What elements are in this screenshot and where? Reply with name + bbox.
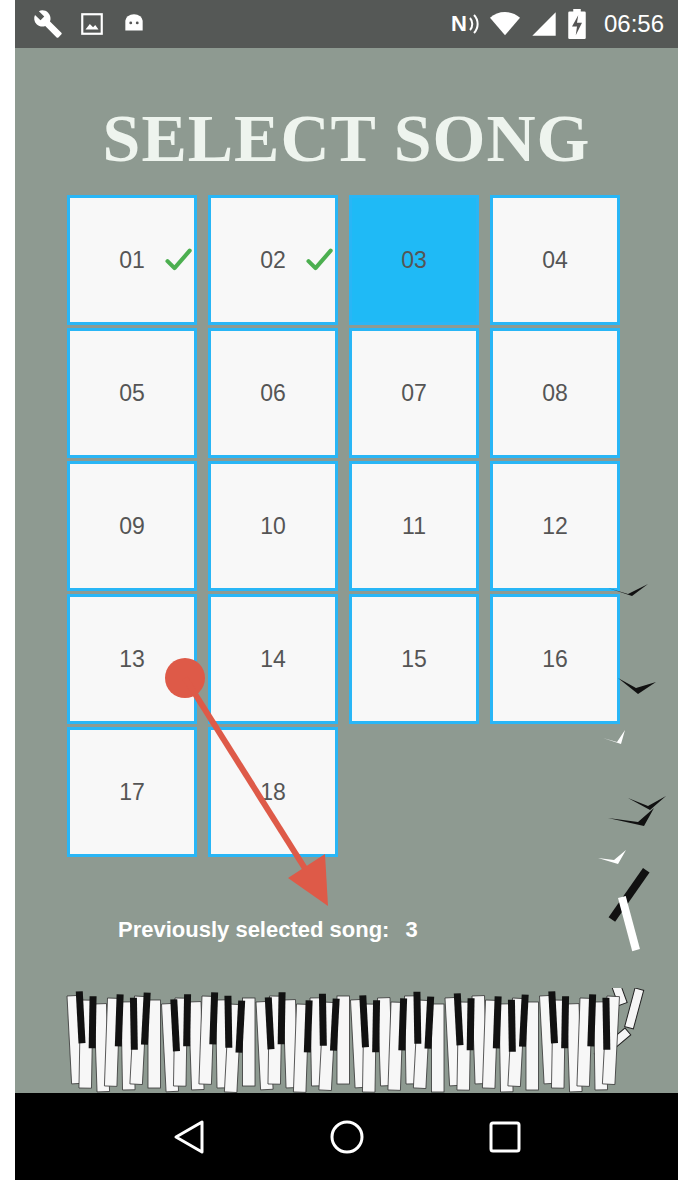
check-icon bbox=[164, 246, 192, 274]
song-tile[interactable]: 18 bbox=[208, 727, 338, 857]
song-tile[interactable]: 06 bbox=[208, 328, 338, 458]
navigation-bar bbox=[15, 1093, 678, 1180]
battery-charging-icon bbox=[568, 9, 586, 39]
song-number: 18 bbox=[260, 779, 286, 806]
home-icon[interactable] bbox=[329, 1119, 365, 1155]
birds-picture bbox=[588, 568, 678, 988]
song-number: 05 bbox=[119, 380, 145, 407]
song-tile[interactable]: 01 bbox=[67, 195, 197, 325]
song-number: 17 bbox=[119, 779, 145, 806]
song-tile[interactable]: 02 bbox=[208, 195, 338, 325]
previous-song-label: Previously selected song: bbox=[118, 917, 389, 943]
song-number: 13 bbox=[119, 646, 145, 673]
back-icon[interactable] bbox=[172, 1119, 206, 1155]
song-number: 12 bbox=[542, 513, 568, 540]
song-tile[interactable]: 08 bbox=[490, 328, 620, 458]
song-tile[interactable]: 15 bbox=[349, 594, 479, 724]
song-tile[interactable]: 04 bbox=[490, 195, 620, 325]
song-number: 03 bbox=[401, 247, 427, 274]
nfc-indicator: N bbox=[451, 11, 480, 37]
nfc-waves-icon bbox=[468, 13, 480, 35]
status-bar: N 06:56 bbox=[15, 0, 678, 48]
song-number: 08 bbox=[542, 380, 568, 407]
song-number: 01 bbox=[119, 247, 145, 274]
wifi-icon bbox=[490, 11, 520, 37]
piano-keys-picture bbox=[15, 988, 678, 1093]
signal-icon bbox=[530, 10, 558, 38]
annotation-arrow bbox=[163, 656, 363, 916]
song-select-screen: SELECT SONG 01 02 03 04 05 06 07 08 09 1… bbox=[15, 48, 678, 1093]
song-number: 14 bbox=[260, 646, 286, 673]
song-tile[interactable]: 17 bbox=[67, 727, 197, 857]
recents-icon[interactable] bbox=[489, 1121, 521, 1153]
song-tile[interactable]: 12 bbox=[490, 461, 620, 591]
song-number: 06 bbox=[260, 380, 286, 407]
check-icon bbox=[305, 246, 333, 274]
song-tile[interactable]: 05 bbox=[67, 328, 197, 458]
previous-song-value: 3 bbox=[405, 917, 417, 943]
song-number: 10 bbox=[260, 513, 286, 540]
song-tile[interactable]: 10 bbox=[208, 461, 338, 591]
phone-screen: N 06:56 SELECT SONG 01 02 03 04 05 06 07… bbox=[15, 0, 678, 1180]
song-number: 02 bbox=[260, 247, 286, 274]
song-number: 15 bbox=[401, 646, 427, 673]
song-grid: 01 02 03 04 05 06 07 08 09 10 11 12 13 1… bbox=[67, 195, 620, 857]
song-tile[interactable]: 16 bbox=[490, 594, 620, 724]
song-number: 16 bbox=[542, 646, 568, 673]
image-icon bbox=[79, 11, 105, 37]
song-tile[interactable]: 14 bbox=[208, 594, 338, 724]
song-number: 07 bbox=[401, 380, 427, 407]
title: SELECT SONG bbox=[103, 98, 591, 178]
android-icon bbox=[121, 11, 147, 37]
song-tile[interactable]: 13 bbox=[67, 594, 197, 724]
song-tile[interactable]: 09 bbox=[67, 461, 197, 591]
song-tile[interactable]: 11 bbox=[349, 461, 479, 591]
song-tile[interactable]: 07 bbox=[349, 328, 479, 458]
song-number: 09 bbox=[119, 513, 145, 540]
previous-song: Previously selected song: 3 bbox=[118, 917, 418, 943]
song-number: 11 bbox=[402, 513, 426, 540]
wrench-icon bbox=[33, 9, 63, 39]
song-tile[interactable]: 03 bbox=[349, 195, 479, 325]
clock: 06:56 bbox=[604, 10, 664, 38]
song-number: 04 bbox=[542, 247, 568, 274]
